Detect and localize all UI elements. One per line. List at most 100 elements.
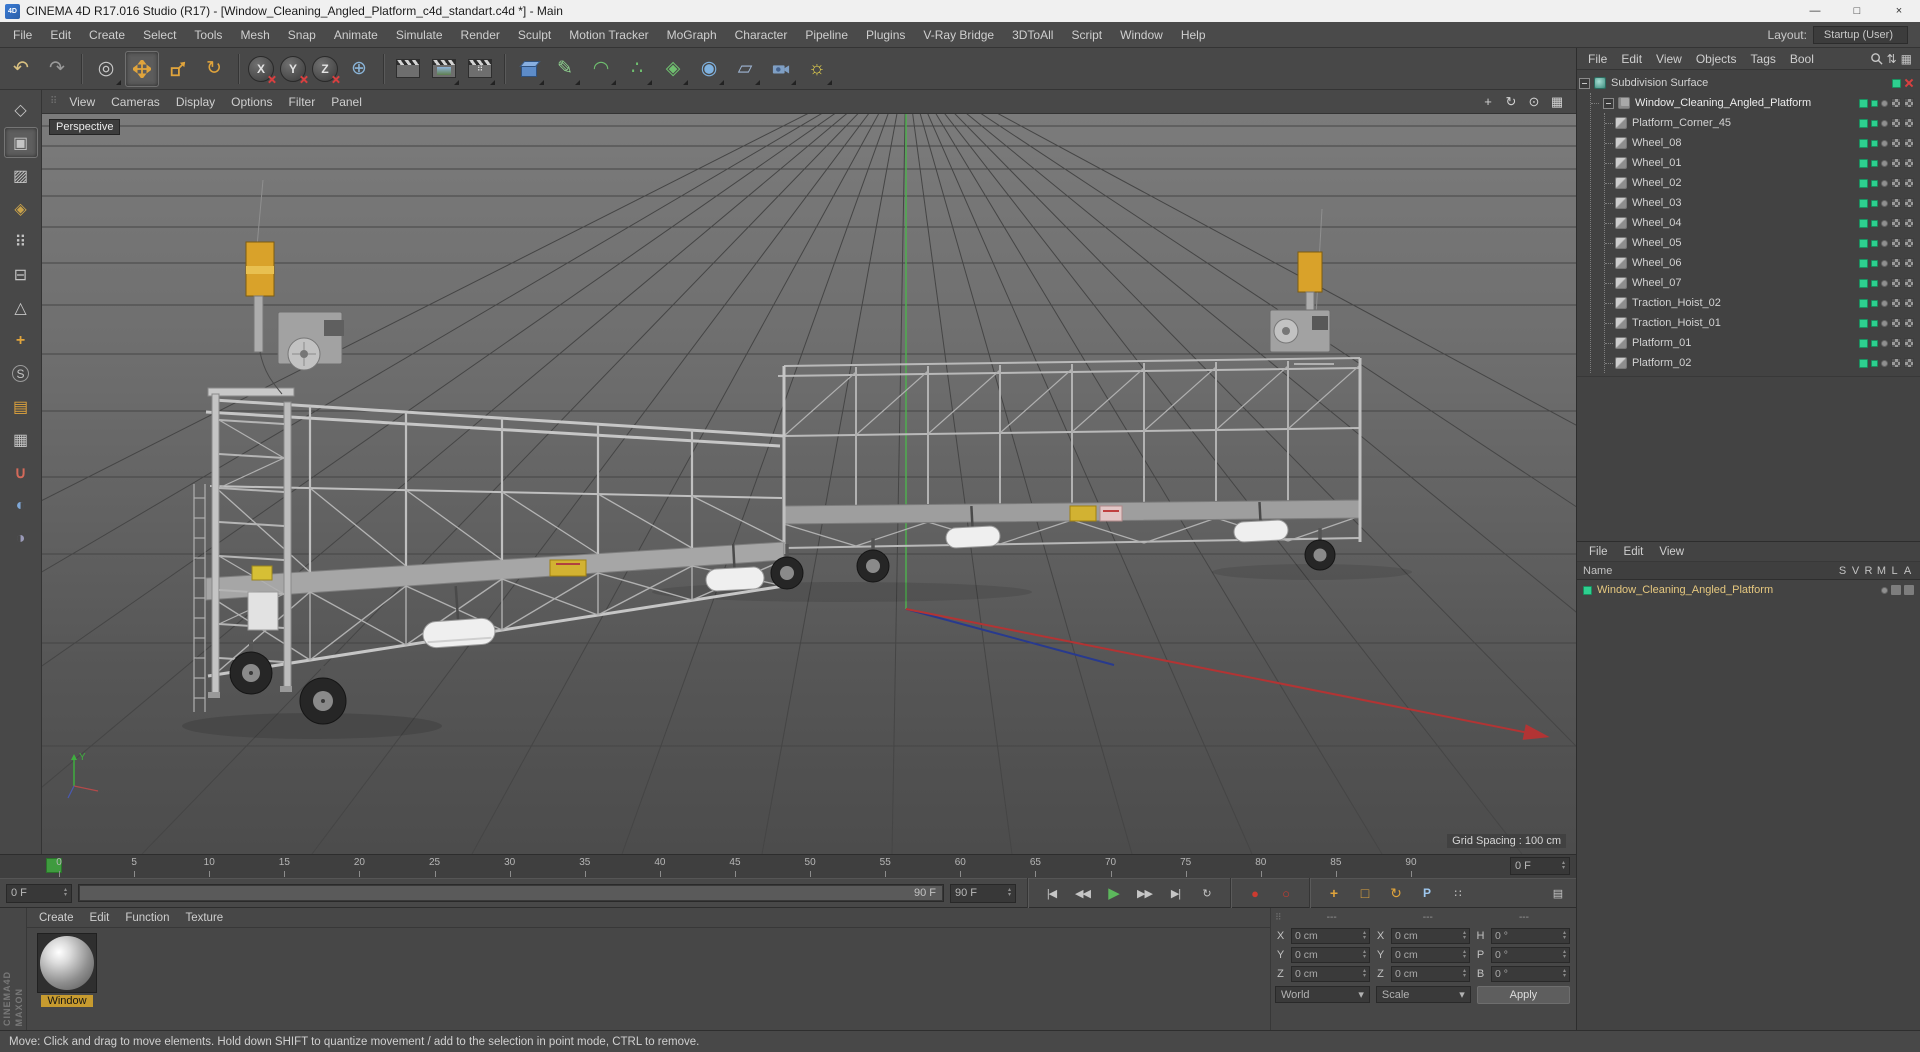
python-script-button[interactable]: ◐ (4, 490, 38, 521)
render-visibility-toggle[interactable] (1871, 359, 1878, 367)
polygons-mode-button[interactable]: △ (4, 292, 38, 323)
disabled-icon[interactable] (1904, 78, 1914, 88)
texture-tag-icon[interactable] (1891, 198, 1901, 208)
phong-tag-icon[interactable] (1904, 218, 1914, 228)
menu-file[interactable]: File (4, 28, 41, 42)
object-name[interactable]: Wheel_06 (1632, 257, 1682, 269)
menu-script[interactable]: Script (1062, 28, 1111, 42)
texture-tag-icon[interactable] (1891, 178, 1901, 188)
editor-visibility-toggle[interactable] (1859, 238, 1868, 248)
menu-window[interactable]: Window (1111, 28, 1172, 42)
record-rotation-button[interactable]: ↻ (1383, 883, 1408, 904)
python-console-button[interactable]: ◑ (4, 523, 38, 554)
texture-tag-icon[interactable] (1891, 298, 1901, 308)
object-name[interactable]: Wheel_04 (1632, 217, 1682, 229)
menu-simulate[interactable]: Simulate (387, 28, 452, 42)
phong-tag-icon[interactable] (1904, 238, 1914, 248)
phong-tag-icon[interactable] (1904, 358, 1914, 368)
om-menu-objects[interactable]: Objects (1689, 52, 1744, 66)
menu-character[interactable]: Character (726, 28, 797, 42)
viewport-menu-filter[interactable]: Filter (281, 95, 324, 109)
tree-row[interactable]: Subdivision Surface (1577, 73, 1920, 93)
viewport-menu-display[interactable]: Display (168, 95, 223, 109)
tree-row[interactable]: Platform_Corner_45 (1605, 113, 1920, 133)
rot-p-field[interactable]: 0 ° ▴ ▾ (1491, 946, 1570, 963)
spinner-icon[interactable]: ▴ ▾ (1562, 860, 1565, 871)
subdivision-generator-button[interactable]: ◉ (692, 51, 726, 87)
editor-visibility-toggle[interactable] (1859, 278, 1868, 288)
menu-vray-bridge[interactable]: V-Ray Bridge (914, 28, 1003, 42)
texture-tag-icon[interactable] (1891, 238, 1901, 248)
mode-dropdown[interactable]: Scale ▾ (1375, 986, 1471, 1003)
material-menu-texture[interactable]: Texture (177, 912, 231, 924)
phong-tag-icon[interactable] (1904, 98, 1914, 108)
texture-tag-icon[interactable] (1891, 218, 1901, 228)
phong-tag-icon[interactable] (1904, 318, 1914, 328)
rot-h-field[interactable]: 0 ° ▴ ▾ (1491, 927, 1570, 944)
layer-row[interactable]: Window_Cleaning_Angled_Platform (1577, 580, 1920, 600)
mograph-cloner-button[interactable]: ∴ (620, 51, 654, 87)
current-frame-field[interactable]: 0 F ▴ ▾ (1510, 857, 1570, 875)
render-visibility-toggle[interactable] (1871, 239, 1878, 247)
visibility-dot[interactable] (1881, 279, 1888, 287)
workplane-mode-button[interactable]: ◈ (4, 193, 38, 224)
phong-tag-icon[interactable] (1904, 118, 1914, 128)
phong-tag-icon[interactable] (1904, 258, 1914, 268)
material-menu-edit[interactable]: Edit (82, 912, 118, 924)
space-dropdown[interactable]: World ▾ (1275, 986, 1370, 1003)
size-x-field[interactable]: 0 cm ▴ ▾ (1391, 927, 1470, 944)
render-view-button[interactable] (391, 51, 425, 87)
menu-animate[interactable]: Animate (325, 28, 387, 42)
tree-row[interactable]: Traction_Hoist_01 (1605, 313, 1920, 333)
om-menu-view[interactable]: View (1649, 52, 1689, 66)
menu-select[interactable]: Select (134, 28, 185, 42)
play-button[interactable]: ▶ (1101, 883, 1126, 904)
visibility-dot[interactable] (1881, 199, 1888, 207)
timeline-ruler[interactable]: 0 5 10 15 20 25 30 35 40 45 50 55 60 65 … (0, 854, 1576, 878)
layer-solo-toggle[interactable] (1881, 586, 1888, 594)
pos-y-field[interactable]: 0 cm ▴ ▾ (1291, 946, 1370, 963)
menu-snap[interactable]: Snap (279, 28, 325, 42)
menu-edit[interactable]: Edit (41, 28, 80, 42)
render-picture-viewer-button[interactable] (427, 51, 461, 87)
previous-key-button[interactable]: ◀◀ (1070, 883, 1095, 904)
render-visibility-toggle[interactable] (1871, 299, 1878, 307)
lm-menu-file[interactable]: File (1581, 546, 1616, 558)
editor-visibility-toggle[interactable] (1859, 338, 1868, 348)
record-scale-button[interactable]: □ (1352, 883, 1377, 904)
menu-pipeline[interactable]: Pipeline (796, 28, 857, 42)
visibility-dot[interactable] (1881, 119, 1888, 127)
coordinate-system-button[interactable]: ⊕ (342, 51, 376, 87)
axis-x-lock-button[interactable]: X (248, 55, 274, 82)
object-name[interactable]: Wheel_08 (1632, 137, 1682, 149)
editor-visibility-toggle[interactable] (1859, 178, 1868, 188)
visibility-dot[interactable] (1881, 339, 1888, 347)
tree-row[interactable]: Window_Cleaning_Angled_Platform (1591, 93, 1920, 113)
menu-render[interactable]: Render (452, 28, 509, 42)
layer-color-swatch[interactable] (1583, 585, 1592, 595)
viewport-scene[interactable]: Y Perspective Grid Spacing : 100 cm (42, 114, 1576, 854)
lm-menu-view[interactable]: View (1651, 546, 1692, 558)
object-name[interactable]: Traction_Hoist_01 (1632, 317, 1721, 329)
tree-row[interactable]: Wheel_07 (1605, 273, 1920, 293)
pan-view-icon[interactable]: + (1479, 93, 1497, 111)
material-menu-function[interactable]: Function (117, 912, 177, 924)
expander-icon[interactable] (1603, 97, 1614, 109)
object-name[interactable]: Wheel_05 (1632, 237, 1682, 249)
axis-z-lock-button[interactable]: Z (312, 55, 338, 82)
tree-row[interactable]: Wheel_03 (1605, 193, 1920, 213)
bend-deformer-button[interactable]: ◠ (584, 51, 618, 87)
render-visibility-toggle[interactable] (1871, 179, 1878, 187)
spinner-icon[interactable]: ▴ ▾ (1008, 887, 1011, 898)
add-cube-button[interactable] (512, 51, 546, 87)
visibility-dot[interactable] (1881, 99, 1888, 107)
range-start-field[interactable]: 0 F ▴ ▾ (6, 883, 72, 903)
editor-visibility-toggle[interactable] (1859, 298, 1868, 308)
move-tool-button[interactable] (125, 50, 159, 87)
material-name[interactable]: Window (41, 995, 93, 1007)
texture-tag-icon[interactable] (1891, 258, 1901, 268)
texture-tag-icon[interactable] (1891, 118, 1901, 128)
tree-row[interactable]: Wheel_05 (1605, 233, 1920, 253)
rot-b-field[interactable]: 0 ° ▴ ▾ (1491, 965, 1570, 982)
render-visibility-toggle[interactable] (1871, 99, 1878, 107)
